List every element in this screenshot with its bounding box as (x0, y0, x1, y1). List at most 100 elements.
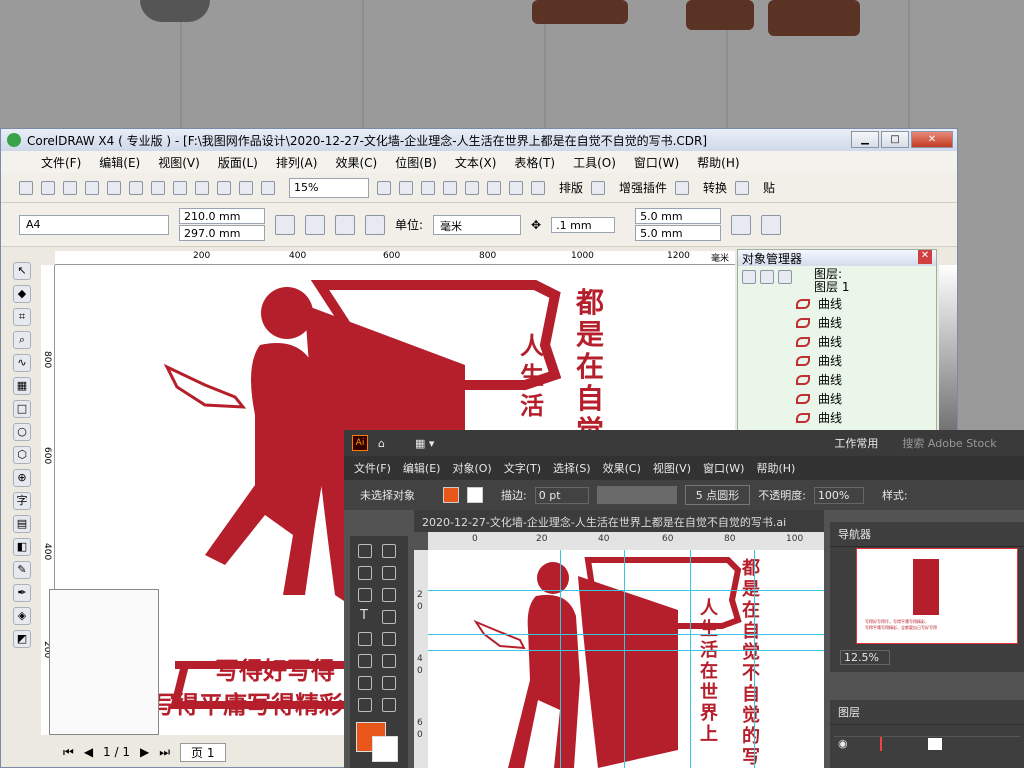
stroke-color-swatch[interactable] (372, 736, 398, 762)
menu-arrange[interactable]: 排列(A) (276, 154, 318, 171)
menu-file[interactable]: 文件(F) (354, 460, 391, 476)
pen-tool-icon[interactable] (358, 566, 372, 580)
close-button[interactable]: ✕ (911, 131, 953, 148)
portrait-icon[interactable] (275, 214, 295, 235)
page-size-select[interactable]: A4 (19, 214, 169, 235)
current-page-icon[interactable] (365, 214, 385, 235)
navigator-preview[interactable]: 写得好写得坏，写得平庸写得精彩， 写得平庸写得精彩，全都要自己写好写得 (856, 548, 1018, 644)
rectangle-tool-icon[interactable] (358, 588, 372, 602)
symbol-tool-icon[interactable] (382, 676, 396, 690)
save-icon[interactable] (63, 180, 77, 195)
paste-special-button[interactable]: 贴 (763, 179, 775, 196)
stroke-weight-field[interactable]: 0 pt (534, 486, 589, 504)
blend-tool-icon[interactable]: ◧ (13, 538, 31, 556)
menu-object[interactable]: 对象(O) (452, 460, 491, 476)
undo-icon[interactable] (173, 180, 187, 195)
list-item[interactable]: 曲线 (738, 408, 936, 427)
fill-swatch[interactable] (443, 487, 459, 503)
layer-row[interactable]: ◉ (834, 736, 1020, 751)
selection-tool-icon[interactable] (358, 544, 372, 558)
last-page-icon[interactable]: ⏭ (159, 745, 170, 760)
layout-icon[interactable] (531, 180, 545, 195)
menu-select[interactable]: 选择(S) (553, 460, 591, 476)
layer-manager-icon[interactable] (778, 270, 792, 284)
zoom-tool-icon[interactable] (382, 698, 396, 712)
pick-tool-icon[interactable]: ↖ (13, 262, 31, 280)
copy-icon[interactable] (129, 180, 143, 195)
publish-icon[interactable] (261, 180, 275, 195)
list-item[interactable]: 曲线 (738, 313, 936, 332)
list-item[interactable]: 曲线 (738, 294, 936, 313)
duplicate-x-field[interactable]: 5.0 mm (635, 208, 722, 224)
brush-definition[interactable]: 5 点圆形 (684, 485, 751, 505)
ellipse-tool-icon[interactable]: ○ (13, 423, 31, 441)
zoom-fit-icon[interactable] (421, 180, 435, 195)
rectangle-tool-icon[interactable]: □ (13, 400, 31, 418)
menu-effects[interactable]: 效果(C) (335, 154, 377, 171)
menu-layout[interactable]: 版面(L) (218, 154, 258, 171)
basic-shapes-icon[interactable]: ⊕ (13, 469, 31, 487)
list-item[interactable]: 曲线 (738, 351, 936, 370)
table-tool-icon[interactable]: ▤ (13, 515, 31, 533)
eraser-tool-icon[interactable] (358, 632, 372, 646)
redo-icon[interactable] (195, 180, 209, 195)
paste-special-icon[interactable] (735, 180, 750, 195)
menu-bitmaps[interactable]: 位图(B) (395, 154, 437, 171)
snap-icon[interactable] (761, 214, 782, 235)
menu-tools[interactable]: 工具(O) (573, 154, 616, 171)
paintbrush-tool-icon[interactable] (382, 588, 396, 602)
zoom-height-icon[interactable] (509, 180, 523, 195)
workspace-switcher[interactable]: 工作常用 (834, 435, 878, 451)
edit-across-layers-icon[interactable] (760, 270, 774, 284)
zoom-page-icon[interactable] (465, 180, 479, 195)
menu-view[interactable]: 视图(V) (653, 460, 691, 476)
eyedropper-tool-icon[interactable]: ✎ (13, 561, 31, 579)
text-tool-icon[interactable]: 字 (13, 492, 31, 510)
export-icon[interactable] (239, 180, 253, 195)
menu-help[interactable]: 帮助(H) (697, 154, 739, 171)
menu-file[interactable]: 文件(F) (41, 154, 81, 171)
nudge-field[interactable]: .1 mm (551, 216, 616, 233)
artboard[interactable]: 都是在自觉不自觉的写书 人生活在世界上 (428, 550, 824, 768)
menu-edit[interactable]: 编辑(E) (99, 154, 140, 171)
opacity-field[interactable]: 100% (813, 486, 864, 504)
first-page-icon[interactable]: ⏮ (63, 745, 74, 760)
freehand-tool-icon[interactable]: ∿ (13, 354, 31, 372)
menu-window[interactable]: 窗口(W) (634, 154, 679, 171)
cut-icon[interactable] (107, 180, 121, 195)
menu-view[interactable]: 视图(V) (158, 154, 200, 171)
menu-effect[interactable]: 效果(C) (603, 460, 641, 476)
navigator-zoom-field[interactable]: 12.5% (840, 650, 890, 665)
zoom-in-icon[interactable] (377, 180, 391, 195)
type-tool-icon[interactable]: T (360, 608, 368, 623)
prev-page-icon[interactable]: ◀ (84, 745, 93, 759)
menu-help[interactable]: 帮助(H) (756, 460, 795, 476)
polygon-tool-icon[interactable]: ⬡ (13, 446, 31, 464)
stock-search-field[interactable]: 搜索 Adobe Stock (902, 435, 996, 451)
blend-tool-icon[interactable] (358, 676, 372, 690)
page-height-field[interactable]: 297.0 mm (179, 225, 265, 241)
panel-close-button[interactable]: ✕ (918, 250, 932, 264)
interactive-fill-icon[interactable]: ◩ (13, 630, 31, 648)
maximize-button[interactable]: □ (881, 131, 909, 148)
minimize-button[interactable]: ▁ (851, 131, 879, 148)
convert-button[interactable]: 转换 (703, 179, 727, 196)
print-icon[interactable] (85, 180, 99, 195)
page-width-field[interactable]: 210.0 mm (179, 208, 265, 224)
document-tab[interactable]: 2020-12-27-文化墙-企业理念-人生活在世界上都是在自觉不自觉的写书.a… (414, 510, 824, 532)
plugin-icon[interactable] (591, 180, 606, 195)
convert-icon[interactable] (675, 180, 690, 195)
guidelines-icon[interactable] (731, 214, 752, 235)
outline-tool-icon[interactable]: ✒ (13, 584, 31, 602)
layout-button[interactable]: 排版 (559, 179, 583, 196)
duplicate-y-field[interactable]: 5.0 mm (635, 225, 722, 241)
landscape-icon[interactable] (305, 214, 325, 235)
smart-fill-icon[interactable]: ▦ (13, 377, 31, 395)
list-item[interactable]: 曲线 (738, 332, 936, 351)
zoom-tool-icon[interactable]: ⌕ (13, 331, 31, 349)
zoom-out-icon[interactable] (399, 180, 413, 195)
home-icon[interactable]: ⌂ (378, 437, 385, 450)
page-tab[interactable]: 页 1 (180, 742, 226, 762)
new-icon[interactable] (19, 180, 33, 195)
zoom-selection-icon[interactable] (443, 180, 457, 195)
